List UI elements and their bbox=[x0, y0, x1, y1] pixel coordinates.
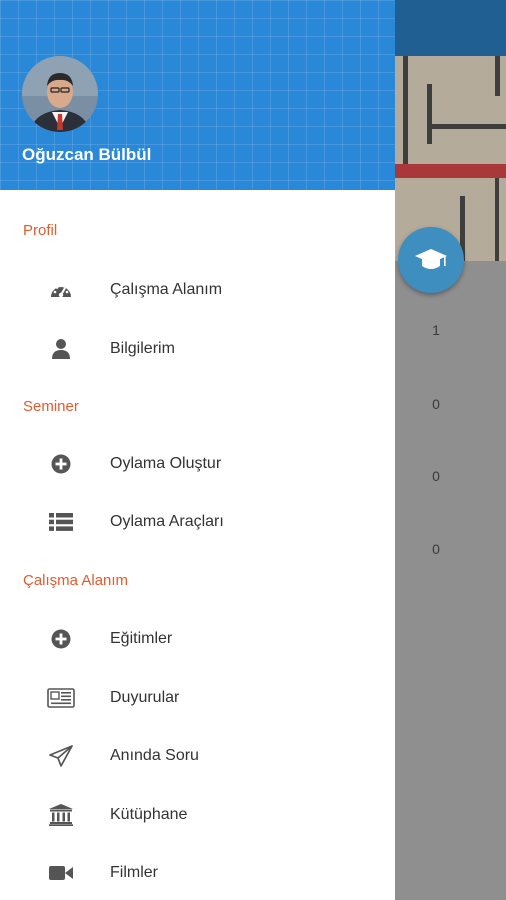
menu-item-aninda-soru[interactable]: Anında Soru bbox=[0, 731, 395, 781]
education-fab[interactable] bbox=[398, 227, 464, 293]
menu-item-calisma-alanim[interactable]: Çalışma Alanım bbox=[0, 265, 395, 315]
video-icon bbox=[47, 861, 75, 885]
menu-item-label: Eğitimler bbox=[110, 630, 173, 647]
menu-item-label: Kütüphane bbox=[110, 806, 188, 823]
menu-item-kutuphane[interactable]: Kütüphane bbox=[0, 790, 395, 840]
menu-item-oylama-araclari[interactable]: Oylama Araçları bbox=[0, 497, 395, 547]
user-name: Oğuzcan Bülbül bbox=[22, 145, 152, 164]
graduation-cap-icon bbox=[415, 249, 447, 269]
dashboard-icon bbox=[47, 278, 75, 302]
avatar[interactable] bbox=[22, 56, 98, 132]
menu-item-label: Filmler bbox=[110, 864, 158, 881]
menu-item-oylama-olustur[interactable]: Oylama Oluştur bbox=[0, 439, 395, 489]
menu-item-egitimler[interactable]: Eğitimler bbox=[0, 614, 395, 664]
menu-item-label: Oylama Oluştur bbox=[110, 455, 222, 472]
drawer-header: Oğuzcan Bülbül bbox=[0, 0, 395, 190]
newspaper-icon bbox=[47, 686, 75, 710]
menu-item-label: Bilgilerim bbox=[110, 340, 175, 357]
user-icon bbox=[47, 337, 75, 361]
background-list bbox=[395, 261, 506, 900]
menu-item-filmler[interactable]: Filmler bbox=[0, 848, 395, 898]
menu-item-label: Oylama Araçları bbox=[110, 513, 224, 530]
menu-item-bilgilerim[interactable]: Bilgilerim bbox=[0, 324, 395, 374]
plus-circle-icon bbox=[47, 627, 75, 651]
navigation-drawer: Oğuzcan Bülbül Profil Çalışma Alanım Bil… bbox=[0, 0, 395, 900]
background-cover-image bbox=[395, 56, 506, 261]
section-title-seminer: Seminer bbox=[23, 398, 79, 415]
list-icon bbox=[47, 510, 75, 534]
bank-icon bbox=[47, 803, 75, 827]
menu-item-label: Anında Soru bbox=[110, 747, 199, 764]
send-icon bbox=[47, 744, 75, 768]
background-toolbar bbox=[395, 0, 506, 56]
background-count: 0 bbox=[432, 541, 440, 557]
plus-circle-icon bbox=[47, 452, 75, 476]
menu-item-label: Çalışma Alanım bbox=[110, 281, 223, 298]
background-count: 1 bbox=[432, 322, 440, 338]
menu-item-label: Duyurular bbox=[110, 689, 180, 706]
section-title-calisma-alanim: Çalışma Alanım bbox=[23, 572, 129, 589]
menu-item-duyurular[interactable]: Duyurular bbox=[0, 673, 395, 723]
background-count: 0 bbox=[432, 396, 440, 412]
background-count: 0 bbox=[432, 468, 440, 484]
section-title-profil: Profil bbox=[23, 222, 58, 239]
